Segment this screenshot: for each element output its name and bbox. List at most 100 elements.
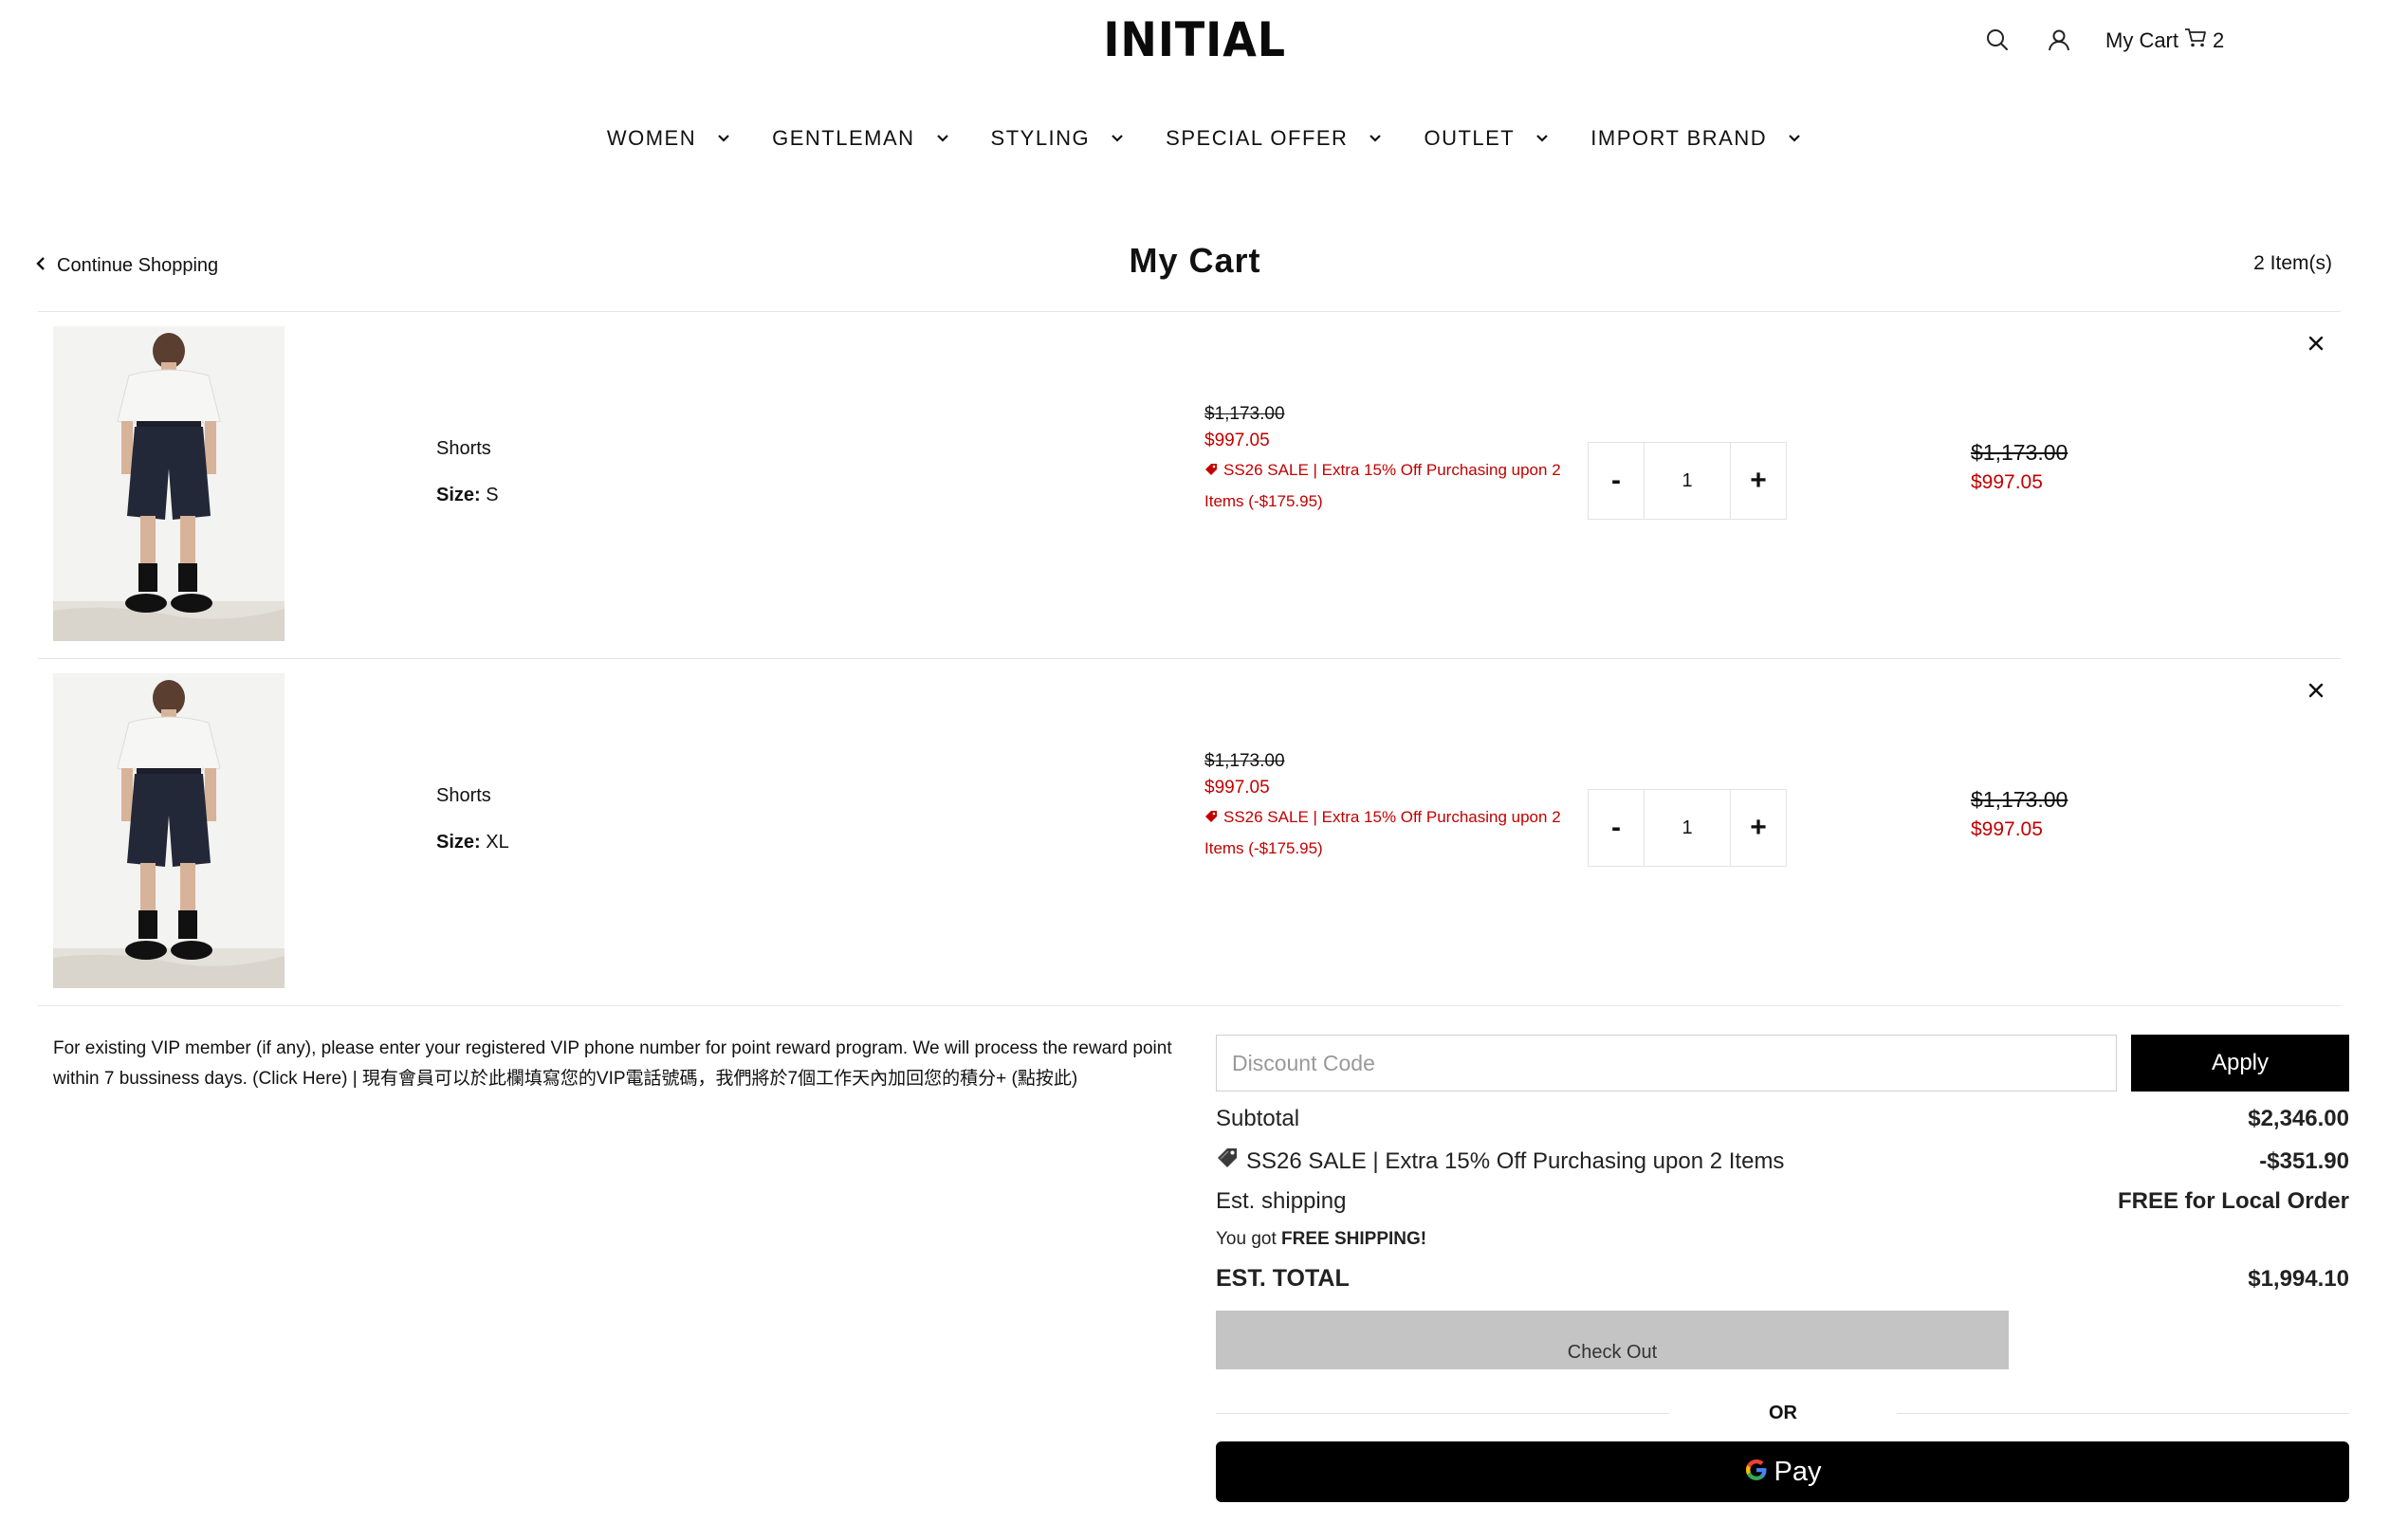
total-label: EST. TOTAL <box>1216 1265 1350 1292</box>
line-total: $1,173.00 $997.05 <box>1971 787 2068 841</box>
shipping-value: FREE for Local Order <box>2117 1188 2349 1214</box>
google-g-icon <box>1744 1458 1769 1487</box>
nav-item-label: WOMEN <box>606 126 697 150</box>
qty-plus-button[interactable]: + <box>1731 443 1786 519</box>
or-text: OR <box>1769 1402 1797 1423</box>
search-icon[interactable] <box>1980 23 2014 57</box>
nav-item-women[interactable]: WOMEN <box>607 126 730 151</box>
discount-label: SS26 SALE | Extra 15% Off Purchasing upo… <box>1246 1147 1785 1174</box>
size-label: Size: <box>436 485 481 505</box>
discount-row: SS26 SALE | Extra 15% Off Purchasing upo… <box>1216 1147 2349 1176</box>
nav-item-label: STYLING <box>990 126 1091 150</box>
total-value: $1,994.10 <box>2248 1265 2349 1292</box>
or-line <box>1897 1412 2349 1414</box>
size-label: Size: <box>436 832 481 853</box>
qty-value[interactable]: 1 <box>1644 443 1731 519</box>
nav-item-label: GENTLEMAN <box>772 126 915 150</box>
total-row: EST. TOTAL $1,994.10 <box>1216 1265 2349 1293</box>
line-original-price: $1,173.00 <box>1971 787 2068 812</box>
remove-item-button[interactable] <box>2301 328 2331 358</box>
sale-price: $997.05 <box>1204 778 1270 798</box>
promo-text: SS26 SALE | Extra 15% Off Purchasing upo… <box>1204 808 1561 857</box>
nav-item-label: SPECIAL OFFER <box>1166 126 1349 150</box>
product-size: Size: S <box>436 485 499 506</box>
nav-item-special-offer[interactable]: SPECIAL OFFER <box>1166 126 1382 151</box>
original-price: $1,173.00 <box>1204 404 1285 424</box>
main-nav: WOMEN GENTLEMAN STYLING SPECIAL OFFER OU… <box>0 119 2408 157</box>
cart-icon <box>2184 28 2207 54</box>
free-note-prefix: You got <box>1216 1229 1277 1249</box>
chevron-down-icon <box>1788 134 1801 143</box>
tag-icon <box>1216 1147 1239 1176</box>
product-name[interactable]: Shorts <box>436 785 509 807</box>
subtotal-row: Subtotal $2,346.00 <box>1216 1106 2349 1132</box>
product-image[interactable] <box>53 673 285 988</box>
free-note-bold: FREE SHIPPING! <box>1281 1229 1427 1249</box>
chevron-down-icon <box>1111 134 1124 143</box>
product-info: Shorts Size: XL <box>436 785 509 853</box>
qty-minus-button[interactable]: - <box>1589 790 1644 866</box>
divider <box>38 1005 2341 1006</box>
divider <box>38 658 2341 659</box>
chevron-down-icon <box>936 134 949 143</box>
user-icon[interactable] <box>2042 23 2076 57</box>
product-image[interactable] <box>53 326 285 641</box>
tag-icon <box>1204 456 1218 486</box>
promo-note: SS26 SALE | Extra 15% Off Purchasing upo… <box>1204 455 1565 517</box>
quantity-stepper: - 1 + <box>1588 442 1787 520</box>
cart-item-row: Shorts Size: XL $1,173.00 $997.05 SS26 S… <box>38 660 2341 1005</box>
close-icon <box>2308 336 2324 351</box>
discount-line: SS26 SALE | Extra 15% Off Purchasing upo… <box>1216 1147 1784 1176</box>
size-value: XL <box>486 832 509 853</box>
header-cart-link[interactable]: My Cart 2 <box>2105 25 2224 57</box>
logo[interactable]: INITIAL <box>1104 11 1286 68</box>
tag-icon <box>1204 803 1218 834</box>
size-value: S <box>486 485 499 505</box>
nav-item-label: IMPORT BRAND <box>1590 126 1768 150</box>
unit-price: $1,173.00 $997.05 SS26 SALE | Extra 15% … <box>1204 404 1565 517</box>
nav-item-gentleman[interactable]: GENTLEMAN <box>772 126 948 151</box>
qty-plus-button[interactable]: + <box>1731 790 1786 866</box>
discount-code-input[interactable] <box>1216 1035 2117 1092</box>
line-sale-price: $997.05 <box>1971 471 2043 493</box>
qty-value[interactable]: 1 <box>1644 790 1731 866</box>
sale-price: $997.05 <box>1204 431 1270 450</box>
product-info: Shorts Size: S <box>436 438 499 506</box>
nav-item-label: OUTLET <box>1424 126 1516 150</box>
checkout-button[interactable]: Check Out <box>1216 1311 2009 1369</box>
vip-member-note[interactable]: For existing VIP member (if any), please… <box>53 1034 1172 1094</box>
unit-price: $1,173.00 $997.05 SS26 SALE | Extra 15% … <box>1204 751 1565 864</box>
chevron-down-icon <box>1535 134 1549 143</box>
chevron-down-icon <box>717 134 730 143</box>
nav-item-styling[interactable]: STYLING <box>991 126 1125 151</box>
discount-value: -$351.90 <box>2259 1147 2349 1174</box>
cart-item-row: Shorts Size: S $1,173.00 $997.05 SS26 SA… <box>38 313 2341 658</box>
product-size: Size: XL <box>436 832 509 853</box>
subtotal-value: $2,346.00 <box>2248 1106 2349 1131</box>
promo-text: SS26 SALE | Extra 15% Off Purchasing upo… <box>1204 461 1561 510</box>
product-name[interactable]: Shorts <box>436 438 499 460</box>
quantity-stepper: - 1 + <box>1588 789 1787 867</box>
line-original-price: $1,173.00 <box>1971 440 2068 465</box>
shipping-label: Est. shipping <box>1216 1188 1347 1214</box>
remove-item-button[interactable] <box>2301 675 2331 706</box>
original-price: $1,173.00 <box>1204 751 1285 771</box>
logo-text: INITIAL <box>1103 12 1287 67</box>
chevron-down-icon <box>1369 134 1382 143</box>
line-total: $1,173.00 $997.05 <box>1971 440 2068 494</box>
cart-item-count: 2 Item(s) <box>2253 252 2332 274</box>
nav-item-outlet[interactable]: OUTLET <box>1424 126 1549 151</box>
chevron-left-icon <box>36 255 46 277</box>
page-title: My Cart <box>1129 241 1261 280</box>
divider <box>38 311 2341 312</box>
qty-minus-button[interactable]: - <box>1589 443 1644 519</box>
free-shipping-note: You got FREE SHIPPING! <box>1216 1229 1426 1250</box>
header-cart-label: My Cart <box>2105 28 2178 52</box>
apply-discount-button[interactable]: Apply <box>2131 1035 2349 1092</box>
or-separator: OR <box>1216 1398 2349 1428</box>
google-pay-button[interactable]: Pay <box>1216 1441 2349 1502</box>
nav-item-import-brand[interactable]: IMPORT BRAND <box>1590 126 1801 151</box>
or-line <box>1216 1412 1669 1414</box>
continue-shopping-link[interactable]: Continue Shopping <box>36 250 218 281</box>
shipping-row: Est. shipping FREE for Local Order <box>1216 1188 2349 1215</box>
